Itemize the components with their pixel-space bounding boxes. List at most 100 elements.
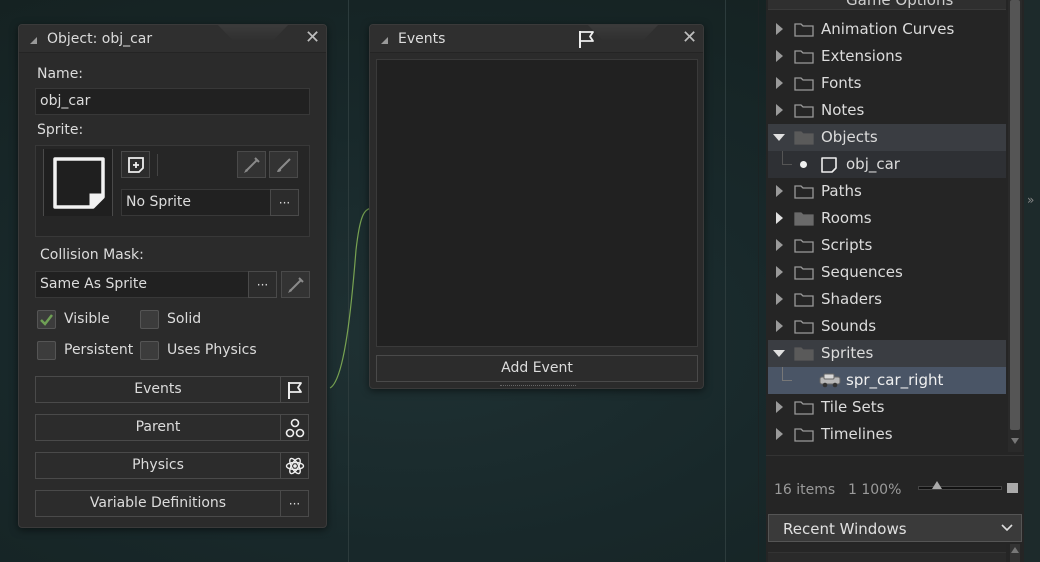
tree-row-label: Paths	[821, 182, 862, 200]
tree-folder-sprites[interactable]: Sprites	[768, 340, 1006, 367]
events-list[interactable]	[376, 59, 698, 347]
collapse-arrow-icon[interactable]	[773, 134, 785, 141]
expand-arrow-icon[interactable]	[776, 266, 783, 278]
recent-windows-list[interactable]	[768, 544, 1006, 562]
tree-row-label: Scripts	[821, 236, 873, 254]
events-button[interactable]: Events	[35, 376, 281, 403]
zoom-slider[interactable]	[918, 481, 1002, 490]
expand-arrow-icon[interactable]	[776, 320, 783, 332]
name-label: Name:	[37, 66, 84, 82]
tree-folder-rooms[interactable]: Rooms	[768, 205, 1006, 232]
workspace-guide-line	[758, 0, 759, 562]
expand-arrow-icon[interactable]	[776, 293, 783, 305]
tree-row-label: Game Options	[846, 0, 954, 9]
hierarchy-icon	[285, 418, 304, 437]
collapse-triangle-icon[interactable]	[30, 37, 37, 44]
sprite-browse-button[interactable]: ···	[270, 189, 299, 216]
parent-icon-button[interactable]	[280, 414, 309, 441]
tree-row-game-options[interactable]: Game Options	[768, 0, 1006, 10]
variable-definitions-more-button[interactable]: ···	[280, 490, 309, 517]
tree-folder-sounds[interactable]: Sounds	[768, 313, 1006, 340]
new-sprite-button[interactable]	[121, 151, 150, 178]
tree-folder-objects[interactable]: Objects	[768, 124, 1006, 151]
recent-window-row[interactable]	[768, 544, 1006, 553]
events-window-title: Events	[398, 31, 446, 47]
tree-scrollbar[interactable]	[1008, 0, 1022, 452]
folder-icon	[794, 77, 814, 91]
expand-arrow-icon[interactable]	[776, 104, 783, 116]
expand-arrow-icon[interactable]	[776, 212, 783, 224]
tree-row-label: Shaders	[821, 290, 882, 308]
persistent-checkbox[interactable]	[37, 341, 56, 360]
close-icon[interactable]: ✕	[305, 28, 320, 48]
brush-icon	[287, 276, 304, 293]
tree-folder-fonts[interactable]: Fonts	[768, 70, 1006, 97]
tree-item-obj-car[interactable]: obj_car	[768, 151, 1006, 178]
zoom-slider-handle[interactable]	[932, 481, 942, 489]
uses-physics-checkbox[interactable]	[140, 341, 159, 360]
window-notch	[588, 25, 658, 41]
expand-arrow-icon[interactable]	[776, 77, 783, 89]
divider	[766, 455, 1024, 456]
side-strip: »	[1024, 0, 1040, 562]
physics-icon-button[interactable]	[280, 452, 309, 479]
folder-icon	[794, 131, 814, 145]
collapse-triangle-icon[interactable]	[381, 37, 388, 44]
expand-arrow-icon[interactable]	[776, 401, 783, 413]
tree-folder-extensions[interactable]: Extensions	[768, 43, 1006, 70]
events-window-titlebar[interactable]: Events ✕	[370, 25, 703, 53]
tree-folder-timelines[interactable]: Timelines	[768, 421, 1006, 448]
tree-row-label: Notes	[821, 101, 865, 119]
expand-arrow-icon[interactable]	[776, 50, 783, 62]
edit-sprite-button[interactable]	[237, 151, 266, 178]
scroll-up-icon[interactable]	[1011, 547, 1019, 553]
expand-arrow-icon[interactable]	[776, 185, 783, 197]
expand-arrow-icon[interactable]	[776, 428, 783, 440]
expand-arrow-icon[interactable]	[776, 239, 783, 251]
edit-image-button[interactable]	[269, 151, 298, 178]
tree-row-label: Extensions	[821, 47, 903, 65]
resize-grip[interactable]	[500, 385, 576, 387]
brush-icon	[243, 156, 260, 173]
collision-mask-select[interactable]: Same As Sprite	[35, 271, 249, 298]
recent-windows-dropdown[interactable]: Recent Windows	[768, 514, 1022, 542]
tree-folder-scripts[interactable]: Scripts	[768, 232, 1006, 259]
new-sprite-icon	[127, 156, 144, 173]
scrollbar-thumb[interactable]	[1010, 0, 1020, 430]
tree-folder-animation-curves[interactable]: Animation Curves	[768, 16, 1006, 43]
events-icon-button[interactable]	[280, 376, 309, 403]
sprite-preview[interactable]	[43, 149, 113, 216]
expand-panel-icon[interactable]: »	[1027, 193, 1034, 207]
solid-label: Solid	[167, 311, 202, 327]
edit-mask-button[interactable]	[281, 271, 310, 298]
tree-item-spr-car-right[interactable]: spr_car_right	[768, 367, 1006, 394]
recent-scrollbar[interactable]	[1010, 544, 1020, 562]
close-icon[interactable]: ✕	[682, 28, 697, 48]
object-window-titlebar[interactable]: Object: obj_car ✕	[19, 25, 326, 53]
collision-mask-label: Collision Mask:	[40, 247, 144, 263]
physics-button[interactable]: Physics	[35, 452, 281, 479]
tree-folder-paths[interactable]: Paths	[768, 178, 1006, 205]
tree-folder-notes[interactable]: Notes	[768, 97, 1006, 124]
add-event-button[interactable]: Add Event	[376, 355, 698, 382]
folder-icon	[794, 239, 814, 253]
parent-button[interactable]: Parent	[35, 414, 281, 441]
scroll-down-icon[interactable]	[1011, 438, 1019, 444]
no-sprite-icon	[53, 157, 105, 209]
tree-folder-sequences[interactable]: Sequences	[768, 259, 1006, 286]
sprite-label: Sprite:	[37, 122, 84, 138]
solid-checkbox[interactable]	[140, 310, 159, 329]
tree-folder-shaders[interactable]: Shaders	[768, 286, 1006, 313]
folder-icon	[794, 293, 814, 307]
persistent-label: Persistent	[64, 342, 134, 358]
variable-definitions-button[interactable]: Variable Definitions	[35, 490, 281, 517]
collapse-arrow-icon[interactable]	[773, 350, 785, 357]
tree-folder-tile-sets[interactable]: Tile Sets	[768, 394, 1006, 421]
name-input[interactable]: obj_car	[35, 88, 310, 115]
tree-row-label: Sounds	[821, 317, 877, 335]
expand-arrow-icon[interactable]	[776, 23, 783, 35]
zoom-max-icon[interactable]	[1007, 483, 1018, 493]
sprite-select[interactable]: No Sprite	[121, 189, 271, 216]
collision-mask-browse-button[interactable]: ···	[248, 271, 277, 298]
visible-checkbox[interactable]	[37, 310, 56, 329]
